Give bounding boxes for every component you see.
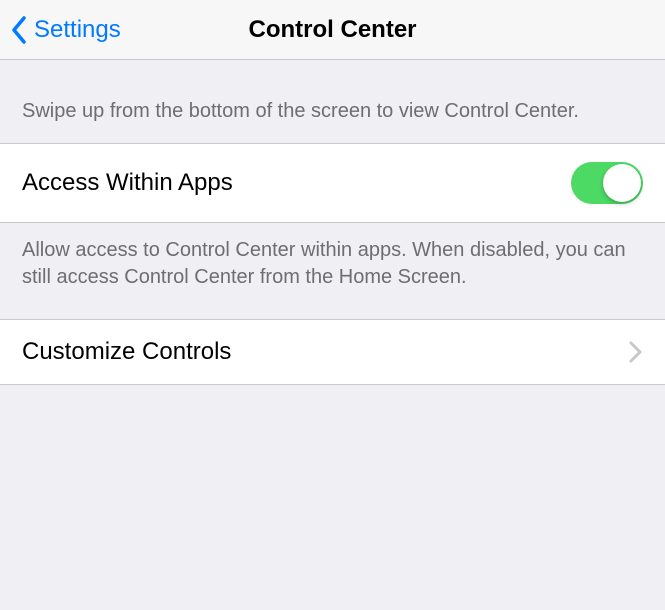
chevron-right-icon [629,341,643,363]
back-label: Settings [34,16,121,44]
row-label: Customize Controls [22,338,231,366]
section-header-description: Swipe up from the bottom of the screen t… [0,60,665,143]
back-button[interactable]: Settings [10,16,121,44]
access-within-apps-toggle[interactable] [571,162,643,204]
nav-bar: Settings Control Center [0,0,665,60]
section-footer-description: Allow access to Control Center within ap… [0,223,665,319]
access-within-apps-row: Access Within Apps [0,143,665,223]
chevron-left-icon [10,16,28,44]
customize-controls-row[interactable]: Customize Controls [0,319,665,385]
toggle-knob [603,164,641,202]
row-label: Access Within Apps [22,169,233,197]
